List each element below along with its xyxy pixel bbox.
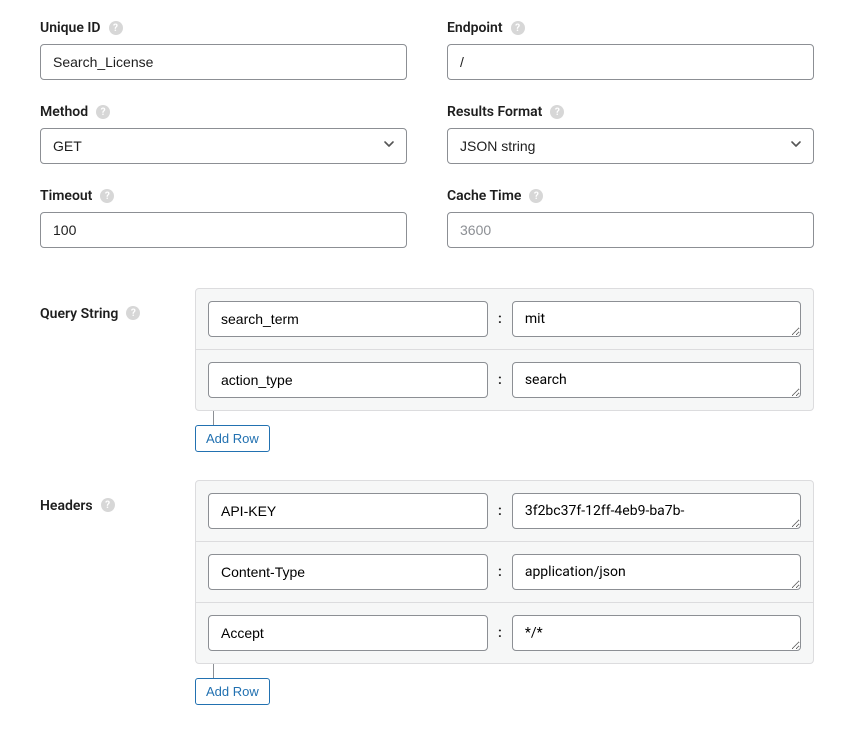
colon-separator: : (488, 372, 512, 388)
headers-label-text: Headers (40, 498, 93, 514)
unique-id-field: Unique ID ? (40, 20, 407, 80)
query-string-row: : search (196, 350, 813, 410)
query-string-label: Query String ? (40, 288, 195, 452)
headers-rows: : 3f2bc37f-12ff-4eb9-ba7b- : application… (195, 480, 814, 664)
connector-line (213, 411, 214, 425)
colon-separator: : (488, 564, 512, 580)
timeout-label: Timeout ? (40, 188, 407, 204)
timeout-input[interactable] (40, 212, 407, 248)
timeout-field: Timeout ? (40, 188, 407, 248)
query-string-value-input[interactable]: search (512, 362, 801, 398)
headers-value-input[interactable]: 3f2bc37f-12ff-4eb9-ba7b- (512, 493, 801, 529)
results-format-field: Results Format ? JSON string (447, 104, 814, 164)
method-field: Method ? GET (40, 104, 407, 164)
help-icon[interactable]: ? (100, 189, 114, 203)
results-format-select[interactable]: JSON string (447, 128, 814, 164)
results-format-label: Results Format ? (447, 104, 814, 120)
timeout-label-text: Timeout (40, 188, 92, 204)
help-icon[interactable]: ? (101, 498, 115, 512)
headers-row: : 3f2bc37f-12ff-4eb9-ba7b- (196, 481, 813, 542)
headers-key-input[interactable] (208, 615, 488, 651)
unique-id-label-text: Unique ID (40, 20, 101, 36)
query-string-key-input[interactable] (208, 362, 488, 398)
query-string-section: Query String ? : mit : search Add Row (40, 288, 814, 452)
connector-line (213, 664, 214, 678)
unique-id-input[interactable] (40, 44, 407, 80)
headers-value-input[interactable]: */* (512, 615, 801, 651)
headers-key-input[interactable] (208, 554, 488, 590)
method-select[interactable]: GET (40, 128, 407, 164)
unique-id-label: Unique ID ? (40, 20, 407, 36)
cache-time-input[interactable] (447, 212, 814, 248)
colon-separator: : (488, 503, 512, 519)
method-label: Method ? (40, 104, 407, 120)
results-format-label-text: Results Format (447, 104, 542, 120)
headers-row: : application/json (196, 542, 813, 603)
headers-section: Headers ? : 3f2bc37f-12ff-4eb9-ba7b- : a… (40, 480, 814, 705)
help-icon[interactable]: ? (529, 189, 543, 203)
query-string-label-text: Query String (40, 306, 118, 322)
endpoint-input[interactable] (447, 44, 814, 80)
help-icon[interactable]: ? (126, 306, 140, 320)
cache-time-label-text: Cache Time (447, 188, 521, 204)
help-icon[interactable]: ? (109, 21, 123, 35)
headers-key-input[interactable] (208, 493, 488, 529)
headers-value-input[interactable]: application/json (512, 554, 801, 590)
colon-separator: : (488, 625, 512, 641)
add-row-button[interactable]: Add Row (195, 678, 270, 705)
cache-time-field: Cache Time ? (447, 188, 814, 248)
help-icon[interactable]: ? (550, 105, 564, 119)
cache-time-label: Cache Time ? (447, 188, 814, 204)
headers-label: Headers ? (40, 480, 195, 705)
query-string-row: : mit (196, 289, 813, 350)
headers-row: : */* (196, 603, 813, 663)
help-icon[interactable]: ? (96, 105, 110, 119)
method-label-text: Method (40, 104, 88, 120)
endpoint-field: Endpoint ? (447, 20, 814, 80)
query-string-key-input[interactable] (208, 301, 488, 337)
add-row-button[interactable]: Add Row (195, 425, 270, 452)
endpoint-label-text: Endpoint (447, 20, 503, 36)
help-icon[interactable]: ? (511, 21, 525, 35)
colon-separator: : (488, 311, 512, 327)
query-string-rows: : mit : search (195, 288, 814, 411)
endpoint-label: Endpoint ? (447, 20, 814, 36)
query-string-value-input[interactable]: mit (512, 301, 801, 337)
